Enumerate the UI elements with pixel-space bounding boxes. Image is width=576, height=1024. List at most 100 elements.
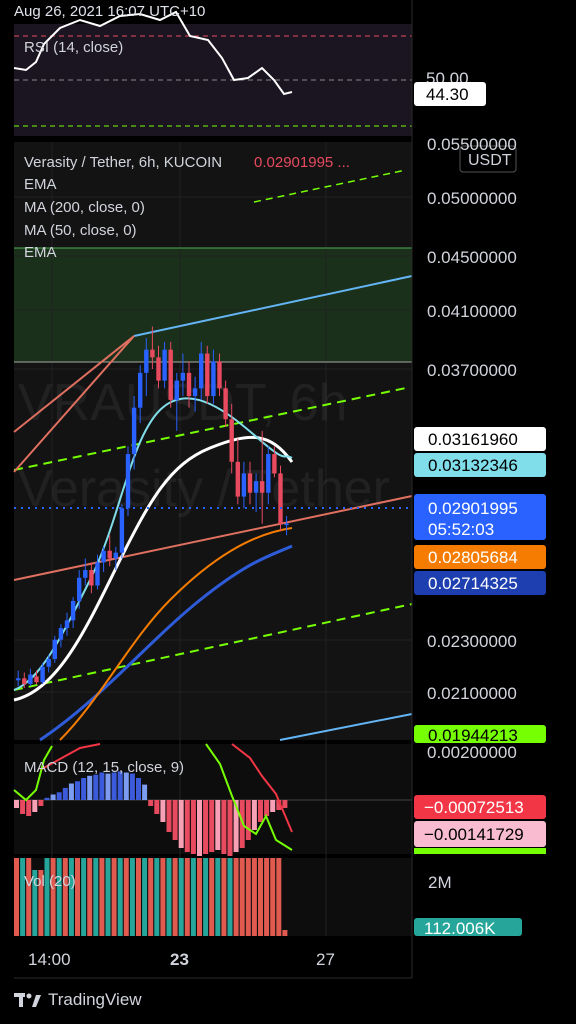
tradingview-brand[interactable]: TradingView (14, 990, 142, 1010)
volume-bar (26, 858, 32, 936)
macd-hist-bar (38, 800, 44, 806)
axis-tick-1: 0.05000000 (427, 189, 517, 208)
candle-body (89, 570, 94, 586)
range-box (14, 248, 412, 362)
macd-hist-bar (81, 778, 87, 800)
candle-body (34, 676, 39, 683)
macd-hist-bar (26, 800, 32, 816)
tag-countdown: 05:52:03 (428, 520, 494, 539)
volume-bar (81, 858, 87, 936)
macd-hist-bar (166, 800, 172, 832)
candle-body (186, 372, 192, 397)
candle-body (64, 620, 70, 629)
volume-bar (160, 858, 166, 936)
volume-bar (99, 858, 105, 936)
macd-hist-bar (68, 783, 74, 800)
indicator-ma-200: MA (200, close, 0) (24, 199, 145, 216)
candle-body (241, 473, 247, 497)
candle-body (46, 658, 51, 667)
price-pane-last-price: 0.02901995 ... (254, 154, 350, 171)
volume-bar (233, 858, 239, 936)
macd-hist-bar (178, 800, 184, 848)
volume-bar (184, 858, 190, 936)
price-pane-title: Verasity / Tether, 6h, KUCOIN (24, 154, 222, 171)
time-tick-0: 14:00 (28, 950, 71, 969)
candle-body (266, 454, 271, 493)
tag-ma-blue: 0.02714325 (428, 574, 518, 593)
candle-body (52, 639, 57, 659)
volume-bar (276, 858, 282, 936)
tag-ma-orange: 0.02805684 (428, 548, 518, 567)
macd-hist-bar (172, 800, 178, 840)
candle-body (77, 577, 82, 601)
candle-body (217, 361, 222, 389)
macd-hist-bar (221, 800, 227, 854)
volume-bar (20, 858, 26, 936)
candle-body (70, 600, 76, 621)
macd-hist-bar (14, 800, 19, 808)
volume-tag: 112.006K (424, 919, 496, 938)
rsi-value-tag: 44.30 (426, 85, 469, 104)
trading-chart[interactable]: RSI (14, close) 50.00 44.30 VRAUSDT, 6h … (0, 0, 576, 1024)
candle-body (119, 508, 125, 553)
timestamp: Aug 26, 2021 16:07 UTC+10 (14, 3, 206, 20)
candle-body (131, 407, 137, 455)
candle-body (211, 361, 216, 397)
macd-hist-bar (75, 781, 80, 800)
macd-hist-bar (123, 772, 129, 800)
macd-hist-bar (270, 800, 276, 812)
rsi-label: RSI (14, close) (24, 39, 123, 56)
macd-hist-bar (32, 800, 38, 812)
candle-body (168, 349, 173, 400)
axis-tick-4: 0.03700000 (427, 361, 517, 380)
volume-bar (270, 858, 276, 936)
candle-body (83, 570, 88, 578)
watermark-name: Verasity / Tether (18, 460, 390, 518)
volume-bar (190, 858, 196, 936)
tag-ema-white: 0.03161960 (428, 430, 518, 449)
macd-hist-bar (184, 800, 190, 852)
volume-bar (136, 858, 141, 936)
volume-bar (142, 858, 148, 936)
volume-bar (123, 858, 129, 936)
macd-tag-3-bg (414, 848, 546, 854)
macd-hist-bar (215, 800, 221, 850)
volume-bar (62, 858, 68, 936)
volume-bar (203, 858, 209, 936)
candle-body (272, 454, 277, 474)
axis-tick-2: 0.04500000 (427, 248, 517, 267)
volume-bar (56, 858, 62, 936)
volume-bar (215, 858, 221, 936)
volume-bar (166, 858, 172, 936)
candle-body (138, 372, 143, 408)
currency-badge[interactable]: USDT (468, 152, 512, 169)
macd-hist-bar (197, 800, 202, 856)
macd-hist-bar (282, 800, 288, 808)
macd-hist-bar (190, 800, 196, 854)
volume-bar (251, 858, 257, 936)
axis-tick-5: 0.02300000 (427, 632, 517, 651)
volume-bar (245, 858, 251, 936)
volume-axis-tick: 2M (428, 873, 452, 892)
candle-body (253, 481, 259, 493)
indicator-ma-50: MA (50, close, 0) (24, 222, 137, 239)
time-tick-2: 27 (316, 950, 335, 969)
tag-last-price: 0.02901995 (428, 499, 518, 518)
volume-bar (75, 858, 80, 936)
volume-label: Vol (20) (24, 873, 76, 890)
tag-ema-cyan: 0.03132346 (428, 456, 518, 475)
axis-tick-0: 0.05500000 (427, 135, 517, 154)
macd-hist-bar (20, 800, 26, 814)
macd-axis-tick: 0.00200000 (427, 743, 517, 762)
volume-bar (227, 858, 233, 936)
candle-body (16, 678, 21, 681)
indicator-ema-1: EMA (24, 176, 57, 193)
brand-name: TradingView (48, 990, 142, 1009)
macd-hist-bar (136, 778, 141, 800)
macd-hist-bar (44, 797, 50, 800)
macd-hist-bar (111, 772, 117, 800)
macd-hist-bar (142, 784, 148, 800)
volume-bar (154, 858, 160, 936)
time-tick-1: 23 (170, 950, 189, 969)
volume-bar (209, 858, 215, 936)
